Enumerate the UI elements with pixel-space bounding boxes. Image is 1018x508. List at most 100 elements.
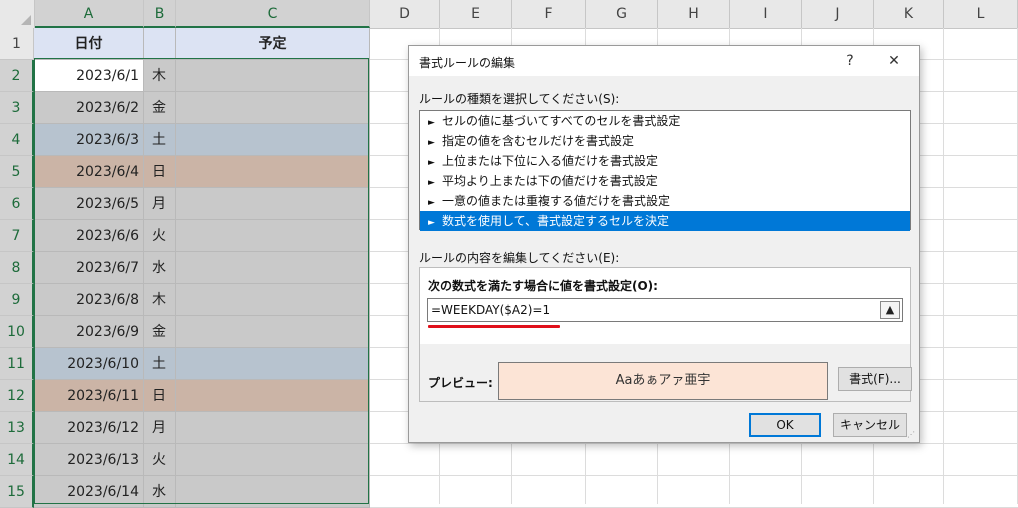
rule-type-item[interactable]: ► 一意の値または重複する値だけを書式設定	[420, 191, 910, 211]
formula-field[interactable]: ▲	[427, 298, 903, 322]
weekday-cell[interactable]: 月	[144, 188, 176, 220]
date-cell[interactable]: 2023/6/12	[34, 412, 144, 444]
date-cell[interactable]: 2023/6/8	[34, 284, 144, 316]
column-header-bar: ABCDEFGHIJKL	[0, 0, 1018, 29]
close-button[interactable]: ✕	[877, 49, 911, 73]
row-header-10[interactable]: 10	[0, 316, 34, 348]
date-cell[interactable]: 2023/6/5	[34, 188, 144, 220]
plan-cell[interactable]	[176, 316, 370, 348]
column-header-h[interactable]: H	[658, 0, 730, 28]
weekday-cell[interactable]: 火	[144, 220, 176, 252]
plan-cell[interactable]	[176, 92, 370, 124]
resize-grip-icon[interactable]: ⋰	[907, 430, 917, 440]
weekday-cell[interactable]: 月	[144, 412, 176, 444]
header-cell-date[interactable]: 日付	[34, 28, 144, 60]
date-cell[interactable]: 2023/6/3	[34, 124, 144, 156]
plan-cell[interactable]	[176, 60, 370, 92]
row-header-1[interactable]: 1	[0, 28, 34, 60]
date-cell[interactable]: 2023/6/4	[34, 156, 144, 188]
row-header-14[interactable]: 14	[0, 444, 34, 476]
date-cell[interactable]: 2023/6/6	[34, 220, 144, 252]
rule-type-item[interactable]: ► 上位または下位に入る値だけを書式設定	[420, 151, 910, 171]
dialog-titlebar[interactable]: 書式ルールの編集 ? ✕	[409, 46, 919, 76]
row-header-2[interactable]: 2	[0, 60, 34, 92]
date-cell[interactable]: 2023/6/9	[34, 316, 144, 348]
date-cell[interactable]: 2023/6/2	[34, 92, 144, 124]
row-header-7[interactable]: 7	[0, 220, 34, 252]
rule-type-item[interactable]: ► 数式を使用して、書式設定するセルを決定	[420, 211, 910, 231]
plan-cell[interactable]	[176, 284, 370, 316]
date-cell[interactable]: 2023/6/10	[34, 348, 144, 380]
column-header-j[interactable]: J	[802, 0, 874, 28]
weekday-cell[interactable]: 木	[144, 60, 176, 92]
rule-type-item[interactable]: ► セルの値に基づいてすべてのセルを書式設定	[420, 111, 910, 131]
weekday-cell[interactable]: 火	[144, 444, 176, 476]
weekday-cell[interactable]: 土	[144, 124, 176, 156]
column-header-e[interactable]: E	[440, 0, 512, 28]
weekday-cell[interactable]: 木	[144, 284, 176, 316]
formula-input[interactable]	[431, 301, 871, 319]
row-header-11[interactable]: 11	[0, 348, 34, 380]
weekday-cell[interactable]: 日	[144, 380, 176, 412]
row-header-3[interactable]: 3	[0, 92, 34, 124]
plan-cell[interactable]	[176, 476, 370, 508]
plan-cell[interactable]	[176, 220, 370, 252]
red-underline-annotation	[428, 325, 560, 328]
column-header-b[interactable]: B	[144, 0, 176, 28]
header-cell-weekday[interactable]	[144, 28, 176, 60]
plan-cell[interactable]	[176, 348, 370, 380]
rule-type-item[interactable]: ► 指定の値を含むセルだけを書式設定	[420, 131, 910, 151]
edit-rule-group: 次の数式を満たす場合に値を書式設定(O): ▲ プレビュー: Aaあぁアァ亜宇 …	[419, 267, 912, 402]
date-cell[interactable]: 2023/6/13	[34, 444, 144, 476]
column-header-l[interactable]: L	[944, 0, 1018, 28]
row-header-12[interactable]: 12	[0, 380, 34, 412]
ok-button[interactable]: OK	[749, 413, 821, 437]
help-button[interactable]: ?	[833, 49, 867, 73]
format-button[interactable]: 書式(F)...	[838, 367, 912, 391]
plan-cell[interactable]	[176, 252, 370, 284]
row-header-5[interactable]: 5	[0, 156, 34, 188]
date-cell[interactable]: 2023/6/7	[34, 252, 144, 284]
row-header-8[interactable]: 8	[0, 252, 34, 284]
cancel-button[interactable]: キャンセル	[833, 413, 907, 437]
collapse-dialog-button[interactable]: ▲	[880, 301, 900, 319]
rule-type-list[interactable]: ► セルの値に基づいてすべてのセルを書式設定 ► 指定の値を含むセルだけを書式設定 ► 上…	[419, 110, 911, 231]
row-header-13[interactable]: 13	[0, 412, 34, 444]
rule-type-label: ルールの種類を選択してください(S):	[419, 92, 620, 106]
column-header-a[interactable]: A	[34, 0, 144, 28]
column-header-k[interactable]: K	[874, 0, 944, 28]
date-cell[interactable]: 2023/6/14	[34, 476, 144, 508]
gridline-v	[943, 28, 944, 504]
row-header-4[interactable]: 4	[0, 124, 34, 156]
close-icon: ✕	[888, 53, 900, 69]
plan-cell[interactable]	[176, 188, 370, 220]
plan-cell[interactable]	[176, 156, 370, 188]
row-header-15[interactable]: 15	[0, 476, 34, 508]
column-header-f[interactable]: F	[512, 0, 586, 28]
weekday-cell[interactable]: 金	[144, 92, 176, 124]
plan-cell[interactable]	[176, 444, 370, 476]
row-header-9[interactable]: 9	[0, 284, 34, 316]
preview-box: Aaあぁアァ亜宇	[498, 362, 828, 400]
plan-cell[interactable]	[176, 412, 370, 444]
weekday-cell[interactable]: 水	[144, 476, 176, 508]
rule-type-label: 数式を使用して、書式設定するセルを決定	[442, 214, 670, 228]
weekday-cell[interactable]: 日	[144, 156, 176, 188]
edit-rule-label: ルールの内容を編集してください(E):	[419, 251, 620, 265]
plan-cell[interactable]	[176, 124, 370, 156]
weekday-cell[interactable]: 土	[144, 348, 176, 380]
rule-type-item[interactable]: ► 平均より上または下の値だけを書式設定	[420, 171, 910, 191]
rule-type-label: 上位または下位に入る値だけを書式設定	[442, 154, 659, 168]
weekday-cell[interactable]: 水	[144, 252, 176, 284]
plan-cell[interactable]	[176, 380, 370, 412]
date-cell[interactable]: 2023/6/11	[34, 380, 144, 412]
column-header-d[interactable]: D	[370, 0, 440, 28]
date-cell[interactable]: 2023/6/1	[34, 60, 144, 92]
column-header-i[interactable]: I	[730, 0, 802, 28]
column-header-c[interactable]: C	[176, 0, 370, 28]
select-all-corner[interactable]	[0, 0, 35, 28]
row-header-6[interactable]: 6	[0, 188, 34, 220]
column-header-g[interactable]: G	[586, 0, 658, 28]
weekday-cell[interactable]: 金	[144, 316, 176, 348]
header-cell-plan[interactable]: 予定	[176, 28, 370, 60]
